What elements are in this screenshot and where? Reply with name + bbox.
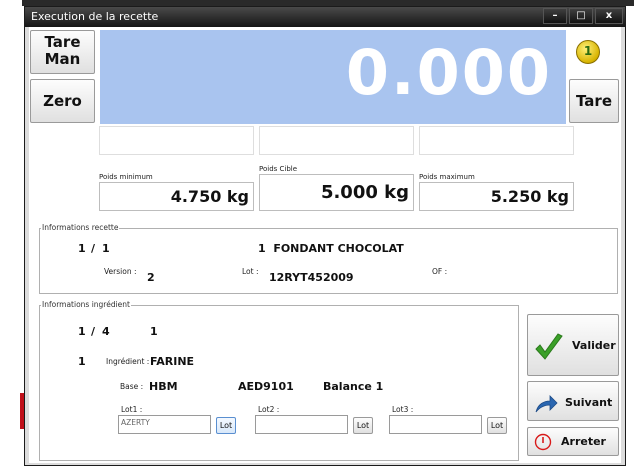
- lot2-button[interactable]: Lot: [353, 417, 373, 434]
- base-value: HBM: [149, 380, 178, 393]
- maximize-button[interactable]: □: [569, 8, 593, 24]
- next-label: Suivant: [565, 396, 613, 409]
- device-id: AED9101: [238, 380, 294, 393]
- lot1-button[interactable]: Lot: [216, 417, 236, 434]
- base-label: Base :: [120, 382, 144, 391]
- ingredient-name: FARINE: [150, 355, 195, 368]
- scale-number: 1: [583, 44, 593, 58]
- stop-label: Arreter: [561, 435, 606, 448]
- target-weight-label: Poids Cible: [259, 165, 298, 173]
- ingredient-info-group: Informations ingrédient 1 / 4 1 1 Ingréd…: [39, 300, 519, 461]
- tare-man-label-2: Man: [44, 50, 81, 68]
- recipe-name: 1 FONDANT CHOCOLAT: [258, 242, 404, 255]
- of-label: OF :: [432, 267, 448, 276]
- lot3-button[interactable]: Lot: [487, 417, 507, 434]
- weight-display-value: 0.000: [345, 36, 552, 109]
- next-button[interactable]: Suivant: [527, 381, 619, 421]
- recipe-lot-value: 12RYT452009: [269, 271, 354, 284]
- tare-button[interactable]: Tare: [569, 79, 619, 123]
- min-weight-value: 4.750 kg: [99, 182, 254, 211]
- ingredient-info-title: Informations ingrédient: [41, 300, 131, 309]
- desktop-left: [0, 0, 22, 469]
- stop-icon: [534, 433, 552, 451]
- version-value: 2: [147, 271, 155, 284]
- ingredient-row-index: 1: [78, 355, 86, 368]
- ingredient-label: Ingrédient :: [106, 357, 150, 366]
- ingredient-step: 1: [78, 325, 86, 338]
- stop-button[interactable]: Arreter: [527, 427, 619, 456]
- recipe-info-group: Informations recette 1 / 1 1 FONDANT CHO…: [39, 223, 618, 294]
- ingredient-step-separator: /: [91, 325, 96, 338]
- title-bar[interactable]: Execution de la recette – □ x: [25, 7, 625, 27]
- recipe-execution-window: Execution de la recette – □ x Tare Man Z…: [24, 6, 626, 466]
- max-weight-label: Poids maximum: [419, 173, 475, 181]
- version-label: Version :: [104, 267, 137, 276]
- balance-name: Balance 1: [323, 380, 384, 393]
- lot2-input[interactable]: [255, 415, 348, 434]
- blank-field-3: [419, 126, 574, 155]
- minimize-button[interactable]: –: [543, 8, 567, 24]
- recipe-info-title: Informations recette: [41, 223, 120, 232]
- scale-number-badge: 1: [576, 40, 600, 64]
- recipe-step-total: 1: [102, 242, 110, 255]
- min-weight-label: Poids minimum: [99, 173, 153, 181]
- target-weight-value: 5.000 kg: [259, 174, 414, 211]
- window-controls: – □ x: [543, 8, 623, 24]
- zero-button[interactable]: Zero: [30, 79, 95, 123]
- tare-man-button[interactable]: Tare Man: [30, 30, 95, 74]
- max-weight-value: 5.250 kg: [419, 182, 574, 211]
- blank-field-1: [99, 126, 254, 155]
- recipe-step-separator: /: [91, 242, 96, 255]
- validate-label: Valider: [572, 339, 616, 352]
- recipe-step: 1: [78, 242, 86, 255]
- lot1-input[interactable]: AZERTY: [118, 415, 211, 434]
- lot3-label: Lot3 :: [392, 405, 414, 414]
- validate-button[interactable]: Valider: [527, 314, 619, 376]
- weight-display: 0.000: [100, 30, 566, 124]
- lot2-label: Lot2 :: [258, 405, 280, 414]
- blank-field-2: [259, 126, 414, 155]
- next-arrow-icon: [535, 395, 558, 413]
- recipe-lot-label: Lot :: [242, 267, 259, 276]
- lot3-input[interactable]: [389, 415, 482, 434]
- tare-man-label-1: Tare: [44, 33, 81, 51]
- main-content: Tare Man Zero 0.000 1 Tare Poids minimum…: [29, 27, 621, 463]
- close-button[interactable]: x: [595, 8, 623, 24]
- ingredient-step-total: 4: [102, 325, 110, 338]
- ingredient-count: 1: [150, 325, 158, 338]
- window-title: Execution de la recette: [31, 10, 159, 23]
- checkmark-icon: [535, 333, 563, 360]
- lot1-label: Lot1 :: [121, 405, 143, 414]
